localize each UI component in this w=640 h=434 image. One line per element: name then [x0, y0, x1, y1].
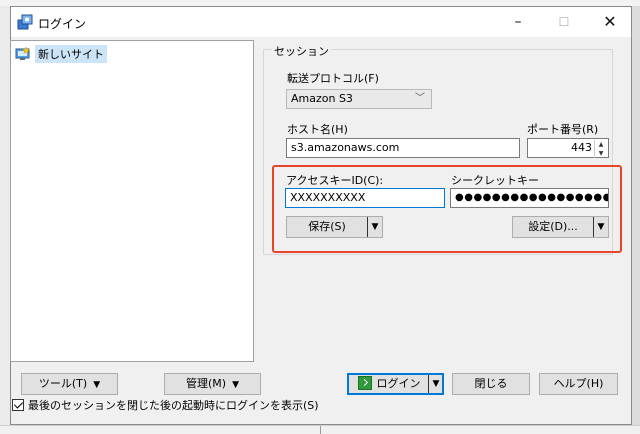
protocol-select[interactable]: Amazon S3 ﹀ [286, 89, 432, 109]
host-label: ホスト名(H) [287, 123, 348, 136]
tools-button-label: ツール(T) [38, 377, 88, 390]
chevron-down-icon: ﹀ [415, 93, 425, 104]
protocol-label: 転送プロトコル(F) [287, 72, 379, 85]
site-tree-item-label: 新しいサイト [35, 44, 107, 63]
title-bar[interactable]: ログイン – ☐ ✕ [11, 7, 631, 37]
manage-dropdown-icon: ▼ [232, 380, 239, 390]
tools-dropdown-icon: ▼ [93, 380, 101, 390]
session-group-legend: セッション [272, 43, 331, 59]
show-login-checkbox-label[interactable]: 最後のセッションを閉じた後の起動時にログインを表示(S) [28, 397, 319, 413]
spinner-arrows-icon[interactable]: ▲ ▼ [594, 140, 607, 158]
login-dropdown-arrow-icon[interactable]: ▼ [428, 375, 443, 393]
manage-button[interactable]: 管理(M) ▼ [164, 373, 261, 395]
site-tree-item-new-site[interactable]: 新しいサイト [15, 44, 107, 63]
new-site-icon [15, 46, 30, 60]
close-button[interactable]: 閉じる [452, 373, 530, 395]
login-button-label: ログイン [376, 377, 421, 390]
show-login-checkbox[interactable] [12, 399, 24, 411]
port-spinner[interactable]: 443 ▲ ▼ [527, 138, 609, 158]
host-input[interactable]: s3.amazonaws.com [286, 138, 520, 158]
maximize-button[interactable]: ☐ [541, 7, 587, 37]
site-tree[interactable]: 新しいサイト [10, 40, 254, 362]
manage-button-label: 管理(M) [186, 377, 227, 390]
help-button[interactable]: ヘルプ(H) [539, 373, 618, 395]
port-value: 443 [571, 141, 592, 154]
window-title: ログイン [38, 17, 87, 31]
protocol-value: Amazon S3 [291, 92, 353, 105]
login-button[interactable]: ログイン ▼ [347, 373, 444, 395]
login-icon [357, 376, 372, 390]
tools-button[interactable]: ツール(T) ▼ [21, 373, 118, 395]
credentials-highlight-box [272, 165, 622, 253]
background-window-right [632, 6, 640, 433]
close-window-button[interactable]: ✕ [587, 7, 633, 37]
background-window-left [0, 6, 10, 433]
port-label: ポート番号(R) [527, 123, 599, 136]
minimize-button[interactable]: – [495, 7, 541, 37]
show-login-checkbox-row[interactable]: 最後のセッションを閉じた後の起動時にログインを表示(S) [12, 397, 319, 413]
winscp-app-icon [17, 14, 33, 30]
